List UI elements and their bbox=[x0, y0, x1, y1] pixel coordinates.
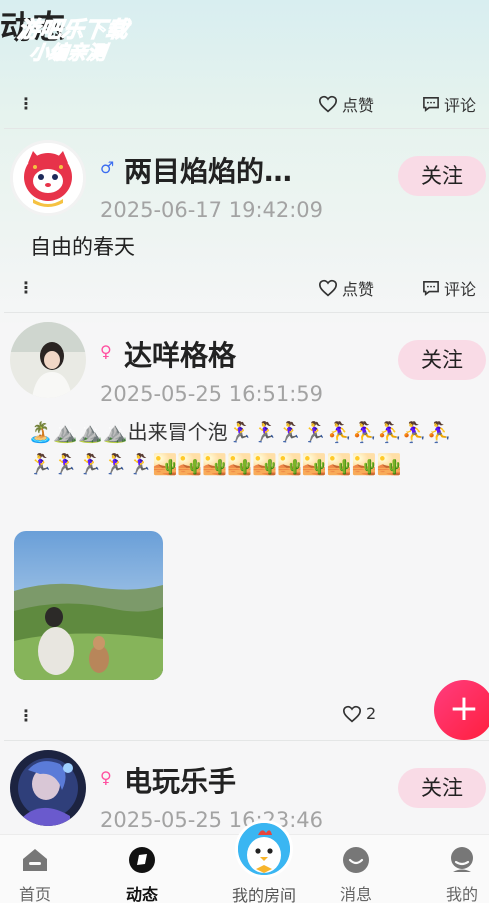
divider bbox=[4, 128, 489, 129]
moments-icon bbox=[129, 847, 155, 873]
tab-my-room[interactable]: 我的房间 bbox=[216, 820, 312, 903]
avatar[interactable] bbox=[10, 750, 86, 826]
comment-button[interactable]: 评论 bbox=[422, 92, 476, 116]
username[interactable]: 达咩格格 bbox=[124, 334, 236, 374]
gender-male-icon: ♂ bbox=[100, 158, 115, 177]
avatar[interactable] bbox=[10, 140, 86, 216]
gender-female-icon: ♀ bbox=[100, 342, 112, 361]
like-label: 点赞 bbox=[342, 96, 375, 115]
divider bbox=[4, 312, 489, 313]
tab-label: 消息 bbox=[339, 885, 372, 903]
post-actions: ⋮ 点赞 评论 bbox=[0, 276, 489, 304]
tab-moments[interactable]: 动态 bbox=[102, 845, 182, 903]
tab-label: 我的房间 bbox=[231, 886, 296, 903]
username[interactable]: 两目焰焰的… bbox=[124, 150, 292, 190]
message-icon bbox=[343, 847, 369, 873]
post-actions: ⋮ 2 bbox=[0, 704, 489, 732]
home-icon bbox=[23, 849, 47, 871]
comment-label: 评论 bbox=[444, 280, 477, 299]
post-timestamp: 2025-06-17 19:42:09 bbox=[100, 198, 324, 222]
post-text: 自由的春天 bbox=[30, 235, 135, 259]
username[interactable]: 电玩乐手 bbox=[124, 760, 236, 800]
tab-messages[interactable]: 消息 bbox=[316, 845, 396, 903]
like-count: 2 bbox=[366, 704, 377, 723]
heart-icon bbox=[342, 705, 362, 722]
tab-label: 首页 bbox=[18, 885, 51, 903]
comment-icon bbox=[423, 280, 439, 296]
post-timestamp: 2025-05-25 16:51:59 bbox=[100, 382, 324, 406]
post-text: 🏝️⛰️⛰️⛰️出来冒个泡🏃‍♀️🏃‍♀️🏃‍♀️🏃‍♀️⛹️‍♀️⛹️‍♀️⛹… bbox=[28, 420, 452, 476]
watermark-line2: 小编亲测 bbox=[28, 42, 108, 65]
follow-button[interactable]: 关注 bbox=[398, 340, 486, 380]
like-label: 点赞 bbox=[342, 280, 375, 299]
previous-post-actions: ⋮ 点赞 评论 bbox=[0, 92, 489, 120]
heart-icon bbox=[318, 95, 338, 113]
comment-button[interactable]: 评论 bbox=[422, 276, 476, 300]
game-character-avatar-icon bbox=[10, 750, 86, 826]
post-photo[interactable] bbox=[14, 531, 163, 680]
tab-label: 我的 bbox=[445, 885, 478, 903]
chick-avatar-icon bbox=[235, 820, 293, 878]
divider bbox=[4, 740, 489, 741]
user-photo-avatar-icon bbox=[10, 322, 86, 398]
create-post-button[interactable]: + bbox=[434, 680, 489, 740]
watermark-logo: 游吧乐下载 小编亲测 bbox=[12, 8, 162, 68]
lucky-cat-avatar-icon bbox=[13, 143, 83, 213]
gender-female-icon: ♀ bbox=[100, 768, 112, 787]
follow-button[interactable]: 关注 bbox=[398, 768, 486, 808]
like-button[interactable]: 2 bbox=[342, 704, 376, 723]
avatar[interactable] bbox=[10, 322, 86, 398]
tab-label: 动态 bbox=[125, 885, 158, 903]
tab-home[interactable]: 首页 bbox=[0, 845, 75, 903]
comment-label: 评论 bbox=[444, 96, 477, 115]
follow-button[interactable]: 关注 bbox=[398, 156, 486, 196]
more-options-button[interactable]: ⋮ bbox=[18, 278, 34, 297]
tab-profile[interactable]: 我的 bbox=[422, 845, 489, 903]
like-button[interactable]: 点赞 bbox=[318, 276, 374, 300]
more-options-button[interactable]: ⋮ bbox=[18, 706, 34, 725]
profile-icon bbox=[451, 847, 473, 872]
more-options-button[interactable]: ⋮ bbox=[18, 94, 34, 113]
landscape-photo-image bbox=[14, 531, 163, 680]
heart-icon bbox=[318, 279, 338, 297]
like-button[interactable]: 点赞 bbox=[318, 92, 374, 116]
comment-icon bbox=[423, 96, 439, 112]
